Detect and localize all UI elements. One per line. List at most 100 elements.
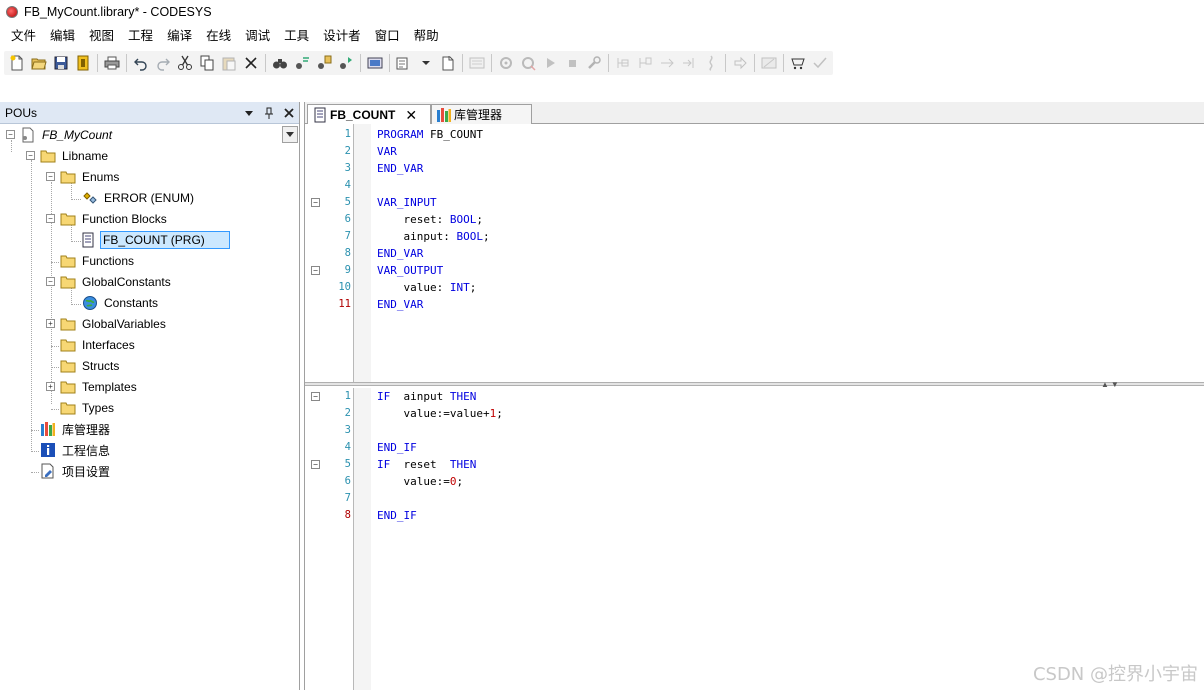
tree-node-project-settings[interactable]: 项目设置 <box>40 461 112 481</box>
collapse-toggle[interactable]: − <box>46 172 55 181</box>
declaration-editor[interactable]: 1 PROGRAM FB_COUNT 2 VAR 3 END_VAR 4 5− VAR_INPU… <box>305 124 1204 382</box>
stop-button[interactable] <box>561 52 583 74</box>
editor-splitter[interactable] <box>305 382 1204 386</box>
menu-file[interactable]: 文件 <box>4 25 43 47</box>
declaration-line[interactable]: 9− VAR_OUTPUT <box>305 262 1204 279</box>
collapse-toggle[interactable]: − <box>46 214 55 223</box>
open-project-button[interactable] <box>28 52 50 74</box>
tab-library-manager[interactable]: 库管理器 <box>431 104 532 124</box>
tab-close-icon[interactable]: ✕ <box>405 107 417 124</box>
panel-menu-button[interactable] <box>243 106 255 120</box>
cut-button[interactable] <box>174 52 196 74</box>
implementation-editor[interactable]: 1− IF ainput THEN 2 value:=value+1; 3 4 END_I… <box>305 388 1204 690</box>
find-replace-button[interactable] <box>291 52 313 74</box>
declaration-line[interactable]: 10 value: INT; <box>305 279 1204 296</box>
pou-combo-dropdown[interactable] <box>282 126 298 143</box>
fold-toggle-icon[interactable]: − <box>311 460 320 469</box>
tree-node-libname[interactable]: − Libname <box>26 146 110 166</box>
breakpoint-button[interactable] <box>700 52 722 74</box>
declaration-line[interactable]: 6 reset: BOOL; <box>305 211 1204 228</box>
find-button[interactable] <box>269 52 291 74</box>
fold-toggle-icon[interactable]: − <box>311 198 320 207</box>
implementation-line[interactable]: 2 value:=value+1; <box>305 405 1204 422</box>
implementation-line[interactable]: 8 END_IF <box>305 507 1204 524</box>
step-into-button[interactable] <box>634 52 656 74</box>
device-button[interactable] <box>364 52 386 74</box>
declaration-line[interactable]: 4 <box>305 177 1204 194</box>
implementation-line[interactable]: 3 <box>305 422 1204 439</box>
implementation-line[interactable]: 7 <box>305 490 1204 507</box>
tree-node-error-enum[interactable]: ERROR (ENUM) <box>82 188 196 208</box>
copy-button[interactable] <box>196 52 218 74</box>
collapse-toggle[interactable]: − <box>46 277 55 286</box>
menu-view[interactable]: 视图 <box>82 25 121 47</box>
declaration-line[interactable]: 11 END_VAR <box>305 296 1204 313</box>
menu-online[interactable]: 在线 <box>199 25 238 47</box>
undo-button[interactable] <box>130 52 152 74</box>
menu-help[interactable]: 帮助 <box>407 25 446 47</box>
menu-build[interactable]: 编译 <box>160 25 199 47</box>
save-archive-button[interactable] <box>72 52 94 74</box>
implementation-line[interactable]: 1− IF ainput THEN <box>305 388 1204 405</box>
menu-window[interactable]: 窗口 <box>368 25 407 47</box>
menu-debug[interactable]: 调试 <box>238 25 277 47</box>
fold-toggle-icon[interactable]: − <box>311 392 320 401</box>
declaration-line[interactable]: 7 ainput: BOOL; <box>305 228 1204 245</box>
build-button[interactable] <box>466 52 488 74</box>
declaration-line[interactable]: 1 PROGRAM FB_COUNT <box>305 126 1204 143</box>
declaration-line[interactable]: 5− VAR_INPUT <box>305 194 1204 211</box>
tree-node-library-manager[interactable]: 库管理器 <box>40 419 112 439</box>
add-object-dropdown[interactable] <box>415 52 437 74</box>
implementation-line[interactable]: 4 END_IF <box>305 439 1204 456</box>
add-file-button[interactable] <box>437 52 459 74</box>
menu-project[interactable]: 工程 <box>121 25 160 47</box>
declaration-line[interactable]: 2 VAR <box>305 143 1204 160</box>
tree-node-constants[interactable]: Constants <box>82 293 160 313</box>
tab-fb-count[interactable]: FB_COUNT ✕ <box>307 104 431 125</box>
collapse-toggle[interactable]: − <box>26 151 35 160</box>
menu-tools[interactable]: 工具 <box>277 25 316 47</box>
tree-node-interfaces[interactable]: Interfaces <box>60 335 137 355</box>
step-out-button[interactable] <box>656 52 678 74</box>
logout-button[interactable] <box>517 52 539 74</box>
declaration-line[interactable]: 8 END_VAR <box>305 245 1204 262</box>
expand-toggle[interactable]: + <box>46 382 55 391</box>
tree-node-project-info[interactable]: 工程信息 <box>40 440 112 460</box>
paste-button[interactable] <box>218 52 240 74</box>
menu-designer[interactable]: 设计者 <box>316 25 368 47</box>
implementation-line[interactable]: 6 value:=0; <box>305 473 1204 490</box>
save-button[interactable] <box>50 52 72 74</box>
step-over-button[interactable] <box>612 52 634 74</box>
tree-node-structs[interactable]: Structs <box>60 356 121 376</box>
redo-button[interactable] <box>152 52 174 74</box>
tree-node-types[interactable]: Types <box>60 398 116 418</box>
new-project-button[interactable] <box>6 52 28 74</box>
run-to-cursor-button[interactable] <box>678 52 700 74</box>
tree-node-templates[interactable]: + Templates <box>46 377 139 397</box>
print-button[interactable] <box>101 52 123 74</box>
reset-button[interactable] <box>583 52 605 74</box>
tree-node-root[interactable]: − FB_MyCount <box>6 125 114 145</box>
add-object-button[interactable] <box>393 52 415 74</box>
tree-node-function-blocks[interactable]: − Function Blocks <box>46 209 169 229</box>
tree-node-functions[interactable]: Functions <box>60 251 136 271</box>
panel-close-button[interactable] <box>283 106 295 120</box>
login-button[interactable] <box>495 52 517 74</box>
menu-edit[interactable]: 编辑 <box>43 25 82 47</box>
tree-node-fb-count[interactable]: FB_COUNT (PRG) <box>80 230 230 250</box>
collapse-toggle[interactable]: − <box>6 130 15 139</box>
delete-button[interactable] <box>240 52 262 74</box>
check-button[interactable] <box>809 52 831 74</box>
declaration-line[interactable]: 3 END_VAR <box>305 160 1204 177</box>
force-values-button[interactable] <box>787 52 809 74</box>
expand-toggle[interactable]: + <box>46 319 55 328</box>
fold-toggle-icon[interactable]: − <box>311 266 320 275</box>
tree-node-global-variables[interactable]: + GlobalVariables <box>46 314 168 334</box>
tree-node-enums[interactable]: − Enums <box>46 167 121 187</box>
start-button[interactable] <box>539 52 561 74</box>
find-next-button[interactable] <box>335 52 357 74</box>
panel-pin-button[interactable] <box>263 106 275 120</box>
implementation-line[interactable]: 5− IF reset THEN <box>305 456 1204 473</box>
tree-node-global-constants[interactable]: − GlobalConstants <box>46 272 173 292</box>
find-in-project-button[interactable] <box>313 52 335 74</box>
